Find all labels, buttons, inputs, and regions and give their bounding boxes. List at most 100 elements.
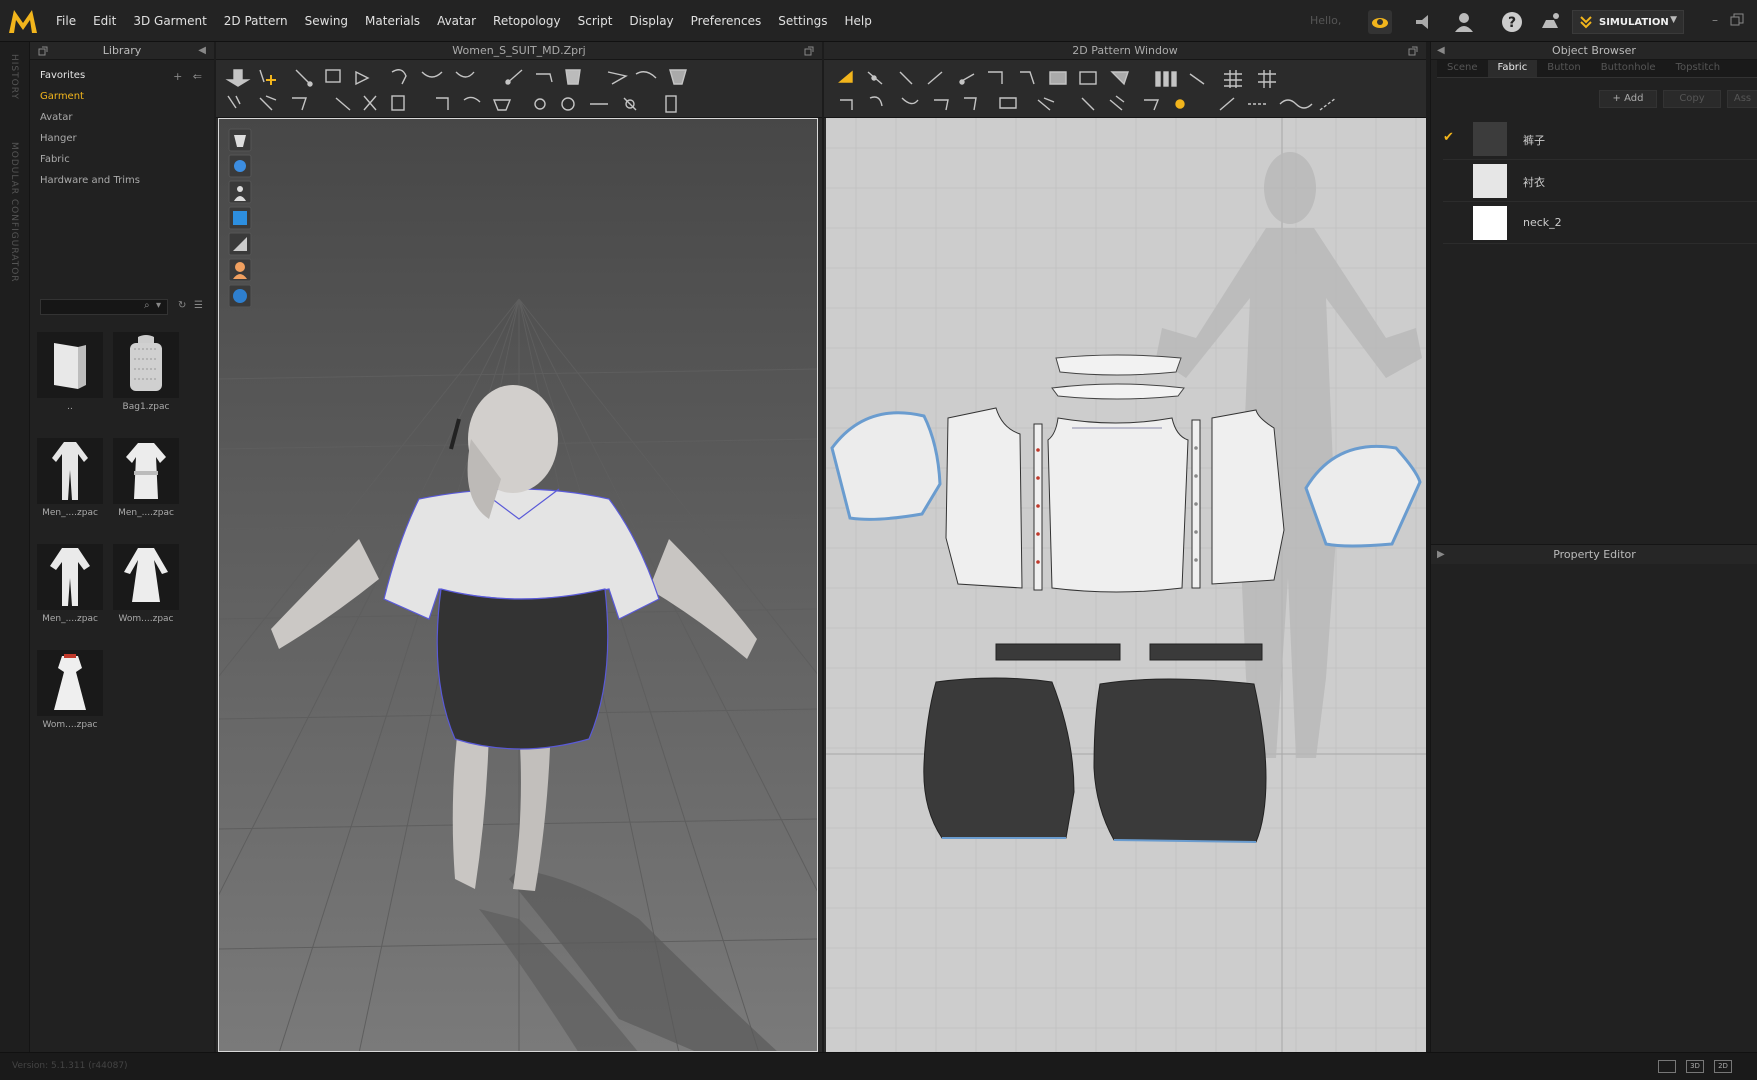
suit-icon <box>37 438 103 504</box>
side-strip: HISTORY MODULAR CONFIGURATOR <box>0 42 30 1052</box>
minimize-icon[interactable]: – <box>1712 13 1718 27</box>
list-view-icon[interactable]: ☰ <box>194 300 203 311</box>
menu-2d-pattern[interactable]: 2D Pattern <box>224 14 288 28</box>
thumb-label: Wom....zpac <box>118 614 174 624</box>
menu-materials[interactable]: Materials <box>365 14 420 28</box>
user-icon[interactable] <box>1452 10 1476 34</box>
2d-pattern-canvas <box>826 118 1426 1052</box>
property-editor-header: ▶ Property Editor <box>1431 544 1757 564</box>
2d-toolbar <box>824 60 1426 118</box>
menu-retopology[interactable]: Retopology <box>493 14 561 28</box>
tab-topstitch[interactable]: Topstitch <box>1666 60 1731 77</box>
menu-script[interactable]: Script <box>578 14 613 28</box>
library-item-fabric[interactable]: Fabric <box>40 154 214 165</box>
2d-window-title-bar: 2D Pattern Window <box>824 42 1426 60</box>
favorites-label: Favorites <box>40 70 86 81</box>
library-item-garment[interactable]: Garment <box>40 91 214 102</box>
menu-file[interactable]: File <box>56 14 76 28</box>
3d-tool-icons[interactable] <box>216 60 822 118</box>
help-icon[interactable]: ? <box>1500 10 1524 34</box>
menu-avatar[interactable]: Avatar <box>437 14 476 28</box>
fabric-name: neck_2 <box>1523 216 1562 229</box>
object-browser-collapse-icon[interactable]: ◀ <box>1437 42 1445 60</box>
avatar-pose-icon[interactable] <box>1538 10 1562 34</box>
library-undock-icon[interactable] <box>38 46 48 56</box>
fabric-list-item[interactable]: neck_2 <box>1443 202 1757 244</box>
suit-icon <box>37 544 103 610</box>
thumb-label: Wom....zpac <box>42 720 98 730</box>
simulation-dropdown-icon[interactable]: ▼ <box>1670 15 1677 25</box>
library-collapse-icon[interactable]: ◀ <box>198 42 206 60</box>
3d-viewport[interactable] <box>218 118 818 1052</box>
simulation-label: SIMULATION <box>1599 16 1669 28</box>
tab-buttonhole[interactable]: Buttonhole <box>1591 60 1666 77</box>
folder-icon <box>37 332 103 398</box>
2d-window-title: 2D Pattern Window <box>1072 44 1178 57</box>
shirt-icon <box>113 438 179 504</box>
history-tab[interactable]: HISTORY <box>9 54 19 100</box>
refresh-icon[interactable]: ↻ <box>178 300 186 311</box>
2d-viewport[interactable] <box>826 118 1426 1052</box>
announcement-icon[interactable] <box>1412 10 1436 34</box>
2d-window-undock-icon[interactable] <box>1408 46 1418 56</box>
library-thumb-men-suit[interactable]: Men_....zpac <box>34 438 106 518</box>
copy-fabric-button[interactable]: Copy <box>1663 90 1721 108</box>
add-fabric-button[interactable]: + Add <box>1599 90 1657 108</box>
modular-configurator-tab[interactable]: MODULAR CONFIGURATOR <box>9 142 19 283</box>
assign-fabric-button[interactable]: Ass <box>1727 90 1757 108</box>
add-favorite-icon[interactable]: + <box>173 70 182 83</box>
cloud-sync-icon[interactable] <box>1368 10 1392 34</box>
fabric-swatch[interactable] <box>1473 206 1507 240</box>
tab-scene[interactable]: Scene <box>1437 60 1488 77</box>
fabric-swatch[interactable] <box>1473 164 1507 198</box>
2d-pattern-window: 2D Pattern Window <box>824 42 1426 1052</box>
bag-icon <box>113 332 179 398</box>
simulation-button[interactable]: SIMULATION ▼ <box>1572 10 1684 34</box>
menu-edit[interactable]: Edit <box>93 14 116 28</box>
library-thumb-men-suit-2[interactable]: Men_....zpac <box>34 544 106 624</box>
tab-fabric[interactable]: Fabric <box>1487 60 1538 77</box>
tab-button[interactable]: Button <box>1537 60 1591 77</box>
library-item-hardware[interactable]: Hardware and Trims <box>40 175 214 186</box>
3d-only-view-button[interactable]: 3D <box>1686 1060 1704 1073</box>
3d-window-undock-icon[interactable] <box>804 46 814 56</box>
object-browser-tabs: Scene Fabric Button Buttonhole Topstitch <box>1437 60 1757 78</box>
menu-settings[interactable]: Settings <box>778 14 827 28</box>
library-header: Library ◀ <box>30 42 214 60</box>
library-item-avatar[interactable]: Avatar <box>40 112 214 123</box>
library-thumb-parent[interactable]: .. <box>34 332 106 412</box>
menu-sewing[interactable]: Sewing <box>305 14 348 28</box>
fabric-swatch[interactable] <box>1473 122 1507 156</box>
3d-view-label: 3D <box>1690 1062 1700 1070</box>
menu-3d-garment[interactable]: 3D Garment <box>133 14 206 28</box>
library-title: Library <box>102 44 142 57</box>
menu-display[interactable]: Display <box>629 14 673 28</box>
menu-help[interactable]: Help <box>844 14 871 28</box>
split-view-icon[interactable] <box>1658 1060 1676 1073</box>
fabric-name: 裤子 <box>1523 134 1545 147</box>
search-icon[interactable]: ⌕ <box>144 300 150 311</box>
library-thumb-men-shirt[interactable]: Men_....zpac <box>110 438 182 518</box>
fabric-list-item[interactable]: 衬衣 <box>1443 160 1757 202</box>
library-thumb-women-dress[interactable]: Wom....zpac <box>34 650 106 730</box>
2d-view-label: 2D <box>1718 1062 1728 1070</box>
app-logo-icon[interactable] <box>6 6 40 36</box>
menu-bar: File Edit 3D Garment 2D Pattern Sewing M… <box>0 0 1757 42</box>
library-thumb-bag[interactable]: Bag1.zpac <box>110 332 182 412</box>
fabric-name: 衬衣 <box>1523 176 1545 189</box>
2d-tool-icons[interactable] <box>824 60 1426 118</box>
search-dropdown-icon[interactable]: ▾ <box>156 300 161 311</box>
hello-greeting: Hello, <box>1310 14 1342 27</box>
library-panel: Library ◀ Favorites + ⇐ Garment Avatar H… <box>30 42 214 1052</box>
fabric-list-item[interactable]: ✔ 裤子 <box>1443 118 1757 160</box>
library-item-hanger[interactable]: Hanger <box>40 133 214 144</box>
restore-icon[interactable] <box>1730 13 1744 27</box>
menu-preferences[interactable]: Preferences <box>691 14 762 28</box>
3d-toolbar <box>216 60 822 118</box>
library-thumb-women-coat[interactable]: Wom....zpac <box>110 544 182 624</box>
thumb-label: .. <box>67 402 73 412</box>
favorite-back-icon[interactable]: ⇐ <box>193 70 202 83</box>
2d-only-view-button[interactable]: 2D <box>1714 1060 1732 1073</box>
property-editor-expand-icon[interactable]: ▶ <box>1437 545 1445 565</box>
favorites-controls: + ⇐ <box>173 70 202 83</box>
